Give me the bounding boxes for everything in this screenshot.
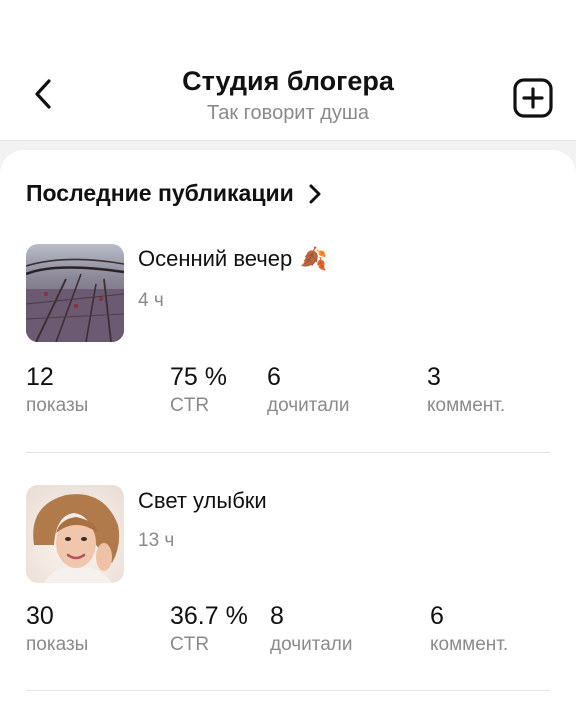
publication-time: 13 ч: [138, 530, 175, 551]
stat-label: CTR: [170, 395, 210, 416]
publication-title[interactable]: Осенний вечер 🍂: [138, 246, 328, 272]
chevron-right-icon: [308, 183, 322, 205]
leaf-emoji: 🍂: [300, 246, 328, 271]
publication-divider: [26, 452, 550, 453]
publication-thumbnail[interactable]: [26, 244, 124, 342]
publication-divider: [26, 690, 550, 691]
stat-value: 6: [430, 602, 444, 630]
stat-read: 8 дочитали: [270, 601, 353, 657]
stat-read: 6 дочитали: [267, 362, 350, 418]
stat-value: 36.7 %: [170, 602, 248, 630]
stat-value: 6: [267, 363, 281, 391]
stat-comments: 6 коммент.: [430, 601, 508, 657]
stat-comments: 3 коммент.: [427, 362, 505, 418]
stat-label: коммент.: [430, 634, 509, 655]
section-title: Последние публикации: [26, 180, 294, 206]
publication-title-text: Осенний вечер: [138, 246, 293, 271]
add-publication-button[interactable]: [512, 77, 556, 121]
stat-label: дочитали: [270, 634, 353, 655]
stat-value: 12: [26, 363, 54, 391]
publication-title-text: Свет улыбки: [138, 488, 267, 513]
stat-label: CTR: [170, 634, 210, 655]
stat-ctr: 36.7 % CTR: [170, 601, 248, 657]
stat-ctr: 75 % CTR: [170, 362, 227, 418]
header-titles: Студия блогера Так говорит душа: [0, 64, 576, 126]
top-bar: Студия блогера Так говорит душа: [0, 0, 576, 140]
stat-label: дочитали: [267, 395, 350, 416]
stat-value: 75 %: [170, 363, 227, 391]
stat-value: 3: [427, 363, 441, 391]
stat-value: 30: [26, 602, 54, 630]
page-title: Студия блогера: [182, 66, 394, 96]
stat-value: 8: [270, 602, 284, 630]
page-subtitle: Так говорит душа: [206, 102, 370, 124]
stat-label: коммент.: [427, 395, 506, 416]
publication-time: 4 ч: [138, 290, 164, 311]
stat-label: показы: [26, 395, 89, 416]
header-divider: [0, 140, 576, 141]
stat-views: 30 показы: [26, 601, 88, 657]
add-square-icon: [513, 78, 553, 118]
stat-label: показы: [26, 634, 89, 655]
recent-publications-link[interactable]: Последние публикации: [26, 180, 322, 207]
publication-title[interactable]: Свет улыбки: [138, 488, 267, 514]
stat-views: 12 показы: [26, 362, 88, 418]
publication-thumbnail[interactable]: [26, 485, 124, 583]
